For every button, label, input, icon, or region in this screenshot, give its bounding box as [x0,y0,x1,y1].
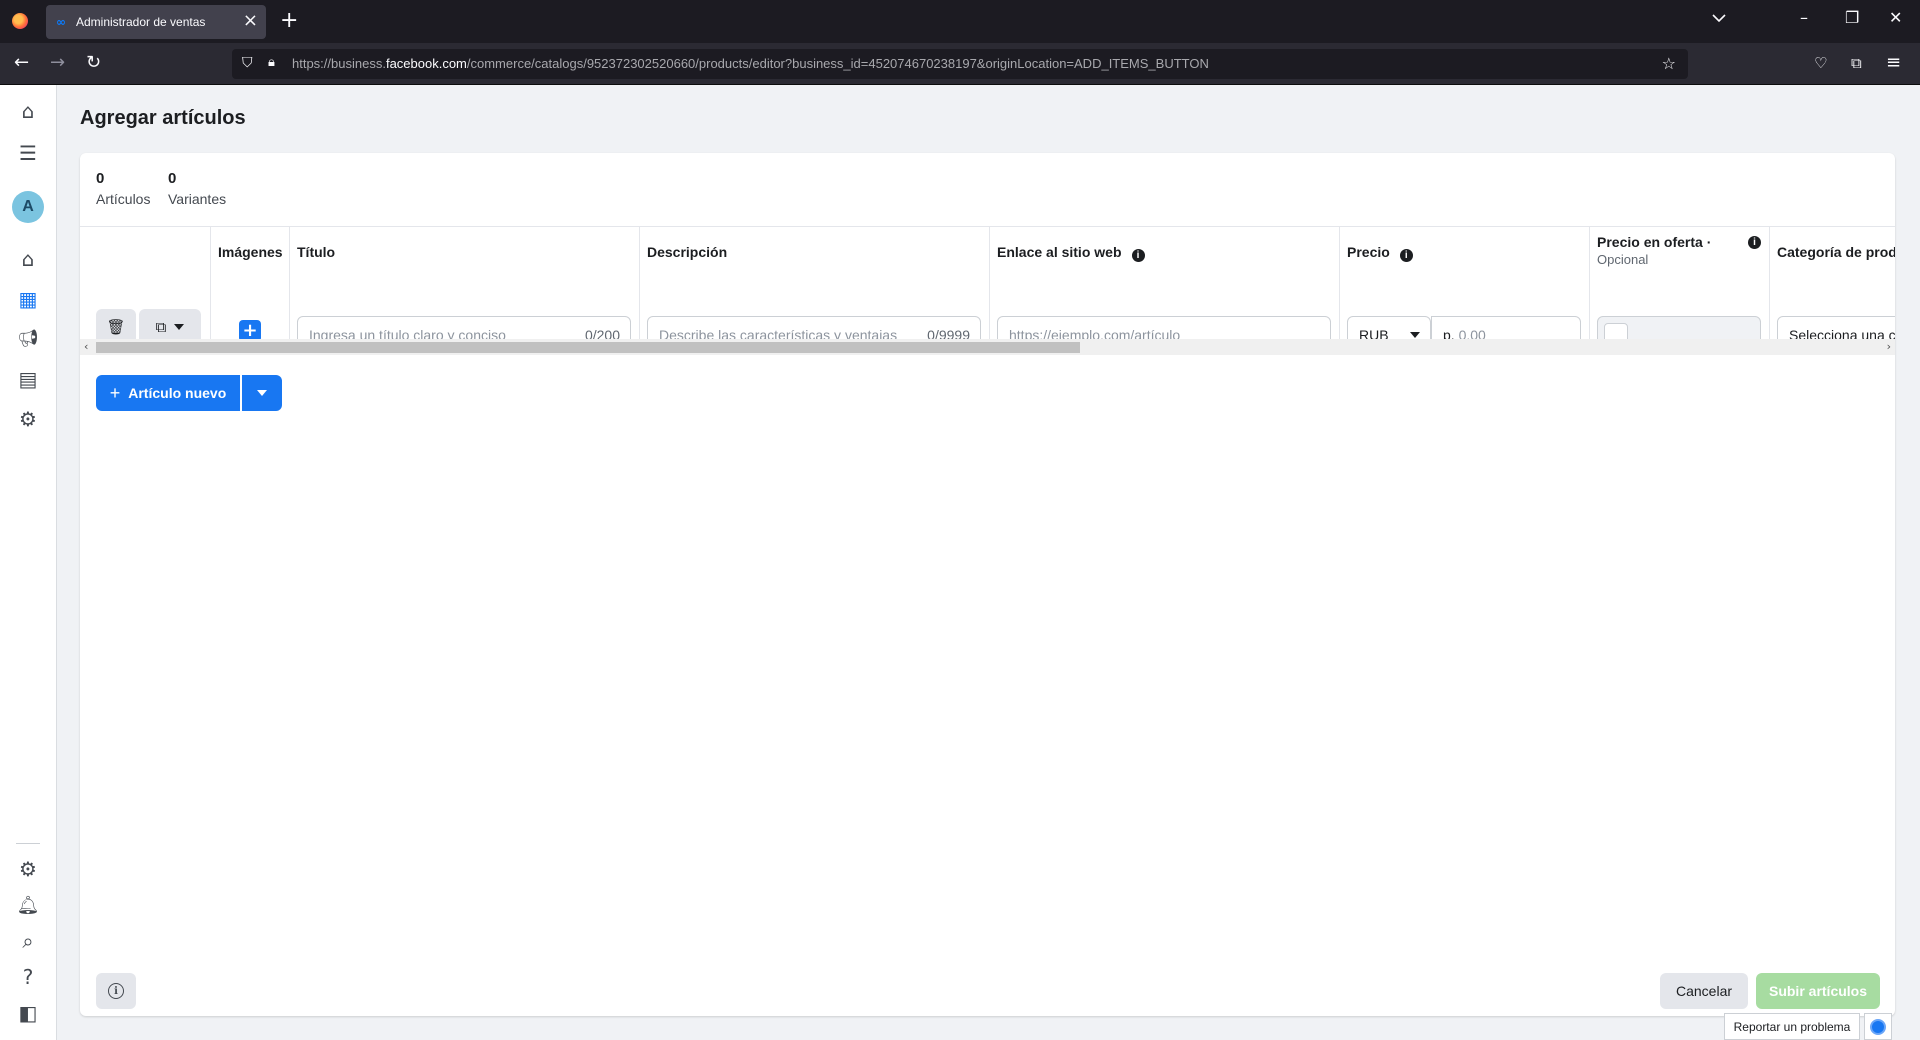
variants-counter: 0 Variantes [168,170,226,207]
scroll-left-arrow-icon[interactable]: ‹ [84,339,88,355]
minimize-button[interactable]: – [1800,8,1808,27]
tab-title: Administrador de ventas [76,15,206,29]
page-title: Agregar artículos [80,107,246,129]
info-icon[interactable]: i [1399,249,1413,262]
items-count-label: Artículos [96,191,151,207]
new-item-dropdown-button[interactable] [242,375,282,411]
caret-down-icon [257,390,267,396]
catalog-grid-icon[interactable]: ▦ [14,285,42,313]
header-sale-price-optional: Opcional [1597,252,1649,267]
reload-icon[interactable]: ↻ [86,53,101,73]
info-circle-icon: i [108,983,124,999]
items-editor-card: 0 Artículos 0 Variantes Imágenes Título … [80,153,1895,1016]
firefox-icon[interactable] [12,13,28,29]
items-table: Imágenes Título Descripción Enlace al si… [80,226,1895,352]
search-icon[interactable]: ⌕ [14,927,42,955]
caret-down-icon [174,324,185,330]
close-tab-icon[interactable]: × [243,11,258,31]
upload-items-button[interactable]: Subir artículos [1756,973,1880,1009]
browser-tab-bar: ∞ Administrador de ventas × + – ❐ ✕ [0,0,1920,43]
browser-tab[interactable]: ∞ Administrador de ventas × [46,5,266,39]
cancel-button[interactable]: Cancelar [1660,973,1748,1009]
tracking-shield-icon[interactable]: ⛉ [242,55,253,71]
new-tab-button[interactable]: + [280,9,298,33]
header-sale-price: Precio en oferta · i Opcional [1589,226,1769,279]
close-window-button[interactable]: ✕ [1889,8,1902,27]
variants-count: 0 [168,170,177,187]
forward-icon[interactable]: → [50,53,65,73]
info-icon[interactable]: i [1748,236,1761,249]
new-item-button[interactable]: + Artículo nuevo [96,375,240,411]
copy-icon: ⧉ [155,318,167,336]
extensions-icon[interactable]: ⧉ [1851,53,1862,73]
header-description: Descripción [647,244,728,260]
horizontal-scrollbar[interactable]: ‹ › [80,339,1895,355]
info-icon[interactable]: i [1131,249,1145,262]
settings-gear-icon[interactable]: ⚙ [14,855,42,883]
header-website: Enlace al sitio web i [989,226,1153,279]
info-button[interactable]: i [96,973,136,1009]
storefront-icon[interactable]: ▤ [14,365,42,393]
header-images: Imágenes [218,244,283,260]
header-website-label: Enlace al sitio web [997,244,1122,260]
scroll-right-arrow-icon[interactable]: › [1887,339,1891,355]
menu-icon[interactable]: ≡ [1886,53,1901,73]
home-icon[interactable]: ⌂ [14,97,42,125]
account-avatar[interactable]: A [12,191,44,223]
list-tabs-button[interactable] [1712,10,1726,28]
language-globe-button[interactable] [1864,1013,1892,1040]
scrollbar-thumb[interactable] [96,342,1080,353]
header-category: Categoría de produ [1777,244,1895,260]
pocket-icon[interactable]: ♡ [1814,53,1827,73]
plus-icon: + [109,382,121,403]
url-bar[interactable]: ⛉ 🔒︎ https://business.facebook.com/comme… [232,49,1688,79]
header-sale-price-label: Precio en oferta · [1597,234,1712,250]
meta-icon: ∞ [56,15,66,29]
bookmark-star-icon[interactable]: ☆ [1662,54,1676,73]
globe-icon [1870,1018,1886,1035]
items-count: 0 [96,170,105,187]
report-problem-button[interactable]: Reportar un problema [1724,1013,1860,1040]
header-title: Título [297,244,336,260]
panel-toggle-icon[interactable]: ◧ [14,999,42,1027]
notifications-bell-icon[interactable]: 🔔︎ [14,891,42,919]
browser-nav-bar: ← → ↻ ⛉ 🔒︎ https://business.facebook.com… [0,43,1920,85]
new-item-label: Artículo nuevo [128,385,227,401]
hamburger-menu-icon[interactable]: ☰ [14,139,42,167]
caret-down-icon [1410,332,1420,338]
header-price-label: Precio [1347,244,1390,260]
help-icon[interactable]: ? [14,963,42,991]
variants-count-label: Variantes [168,191,227,207]
shop-home-icon[interactable]: ⌂ [14,245,42,273]
restore-button[interactable]: ❐ [1845,8,1859,27]
megaphone-icon[interactable]: 📢︎ [14,325,42,353]
app-sidebar: ⌂ ☰ A ⌂ ▦ 📢︎ ▤ ⚙ ⚙ 🔔︎ ⌕ ? ◧ [0,85,57,1040]
header-price: Precio i [1339,226,1421,279]
settings-icon[interactable]: ⚙ [14,405,42,433]
lock-icon[interactable]: 🔒︎ [268,55,275,70]
url-text[interactable]: https://business.facebook.com/commerce/c… [292,56,1209,71]
sidebar-divider [16,843,40,844]
back-icon[interactable]: ← [14,53,29,73]
items-counter: 0 Artículos [96,170,150,207]
